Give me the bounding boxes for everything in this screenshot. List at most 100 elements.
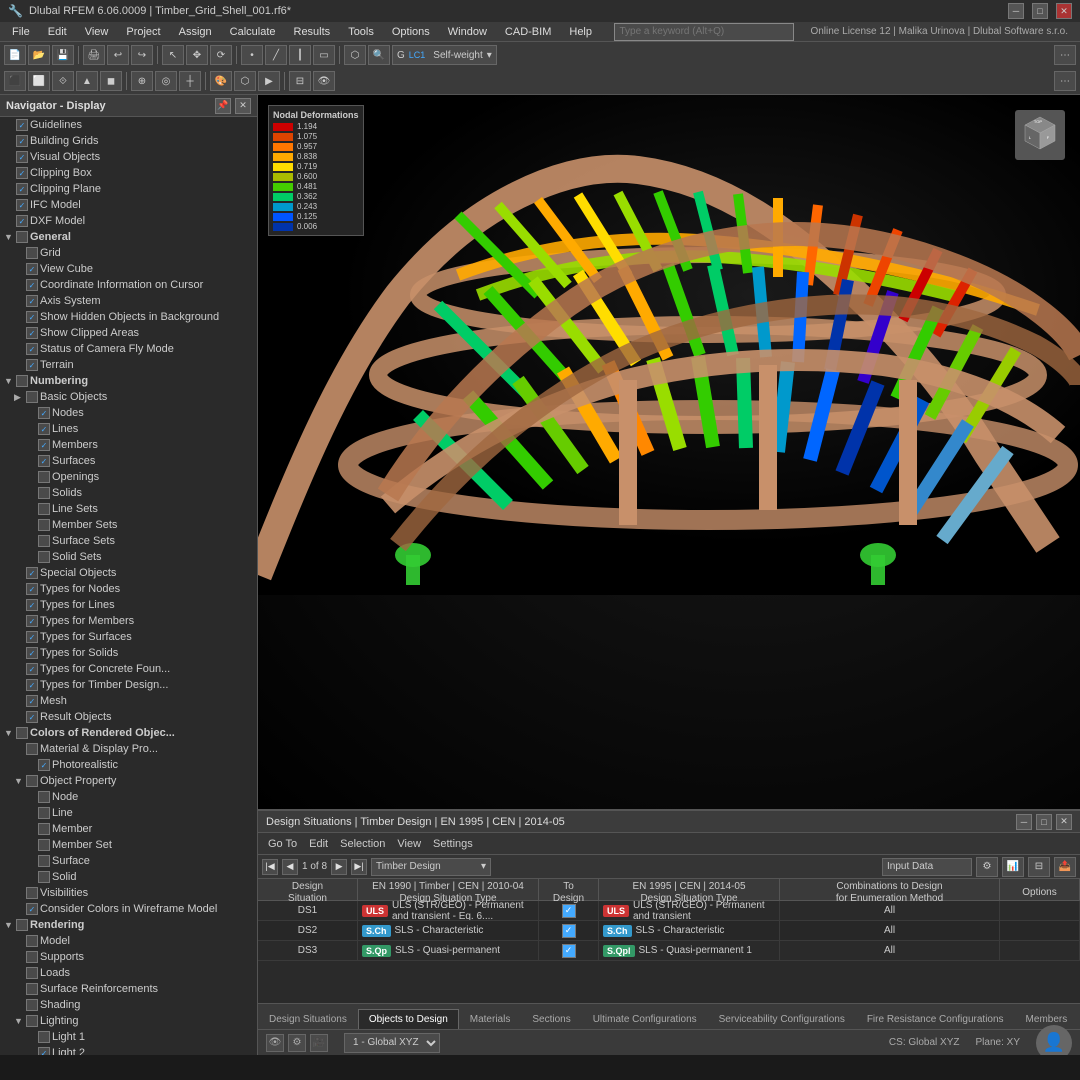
td-ds1-check[interactable]: ✓ (539, 901, 599, 920)
tree-item[interactable]: Light 1 (0, 1029, 257, 1045)
minimize-button[interactable]: ─ (1008, 3, 1024, 19)
status-icon-2[interactable]: ⚙ (288, 1034, 306, 1052)
tree-item[interactable]: Types for Concrete Foun... (0, 661, 257, 677)
tree-item[interactable]: Visual Objects (0, 149, 257, 165)
tab-objects-to-design[interactable]: Objects to Design (358, 1009, 459, 1029)
tree-item[interactable]: Status of Camera Fly Mode (0, 341, 257, 357)
render-btn[interactable]: 🎨 (210, 71, 232, 91)
tree-item[interactable]: Photorealistic (0, 757, 257, 773)
tree-item[interactable]: Show Clipped Areas (0, 325, 257, 341)
guide-btn[interactable]: ┼ (179, 71, 201, 91)
tree-item[interactable]: Result Objects (0, 709, 257, 725)
search-input[interactable] (614, 23, 794, 41)
snap-btn[interactable]: ⊕ (131, 71, 153, 91)
bottom-maximize-btn[interactable]: □ (1036, 814, 1052, 830)
tool-btn-2[interactable]: ⬜ (28, 71, 50, 91)
redo-btn[interactable]: ↪ (131, 45, 153, 65)
page-last-btn[interactable]: ▶| (351, 859, 367, 875)
tree-item[interactable]: Loads (0, 965, 257, 981)
tree-item[interactable]: Terrain (0, 357, 257, 373)
tree-item[interactable]: Member Sets (0, 517, 257, 533)
tree-item[interactable]: Line (0, 805, 257, 821)
menu-project[interactable]: Project (118, 24, 168, 40)
undo-btn[interactable]: ↩ (107, 45, 129, 65)
menu-calculate[interactable]: Calculate (222, 24, 284, 40)
tree-item[interactable]: Surfaces (0, 453, 257, 469)
user-avatar[interactable]: 👤 (1036, 1025, 1072, 1056)
tree-item[interactable]: Types for Timber Design... (0, 677, 257, 693)
tree-item[interactable]: ▼Numbering (0, 373, 257, 389)
tree-item[interactable]: Surface (0, 853, 257, 869)
tree-item[interactable]: Types for Members (0, 613, 257, 629)
menu-options[interactable]: Options (384, 24, 438, 40)
surface-btn[interactable]: ▭ (313, 45, 335, 65)
tree-item[interactable]: Show Hidden Objects in Background (0, 309, 257, 325)
page-first-btn[interactable]: |◀ (262, 859, 278, 875)
tree-item[interactable]: ▼Object Property (0, 773, 257, 789)
tab-ultimate-configs[interactable]: Ultimate Configurations (582, 1009, 708, 1029)
tab-sections[interactable]: Sections (521, 1009, 581, 1029)
td-ds2-check[interactable]: ✓ (539, 921, 599, 940)
tree-item[interactable]: Solid Sets (0, 549, 257, 565)
filter-btn[interactable]: ⊟ (289, 71, 311, 91)
menu-help[interactable]: Help (561, 24, 600, 40)
view-nav[interactable]: View (393, 838, 425, 850)
tree-item[interactable]: Member Set (0, 837, 257, 853)
tree-item[interactable]: Building Grids (0, 133, 257, 149)
settings-nav[interactable]: Settings (429, 838, 477, 850)
vis-btn[interactable]: 👁 (313, 71, 335, 91)
status-icon-1[interactable]: 👁 (266, 1034, 284, 1052)
goto-nav[interactable]: Go To (264, 838, 301, 850)
anim-btn[interactable]: ▶ (258, 71, 280, 91)
tree-item[interactable]: Node (0, 789, 257, 805)
tree-item[interactable]: Model (0, 933, 257, 949)
tree-item[interactable]: Line Sets (0, 501, 257, 517)
tree-item[interactable]: Guidelines (0, 117, 257, 133)
tree-item[interactable]: Clipping Plane (0, 181, 257, 197)
tree-item[interactable]: Solids (0, 485, 257, 501)
lc-dropdown[interactable]: GLC1 Self-weight ▾ (392, 45, 497, 65)
save-btn[interactable]: 💾 (52, 45, 74, 65)
bottom-minimize-btn[interactable]: ─ (1016, 814, 1032, 830)
ds1-checkbox[interactable]: ✓ (562, 904, 576, 918)
filter-table-btn[interactable]: ⊟ (1028, 857, 1050, 877)
node-btn[interactable]: • (241, 45, 263, 65)
design-type-dropdown[interactable]: Timber Design ▾ (371, 858, 491, 876)
viewport[interactable]: Nodal Deformations 1.194 1.075 0.957 0.8… (258, 95, 1080, 809)
snap2-btn[interactable]: ◎ (155, 71, 177, 91)
tree-item[interactable]: Shading (0, 997, 257, 1013)
tool-btn-4[interactable]: ▲ (76, 71, 98, 91)
tree-item[interactable]: Grid (0, 245, 257, 261)
tab-serviceability-configs[interactable]: Serviceability Configurations (708, 1009, 856, 1029)
tool-btn-3[interactable]: ⟐ (52, 71, 74, 91)
nav-pin-btn[interactable]: 📌 (215, 98, 231, 114)
tree-item[interactable]: Types for Lines (0, 597, 257, 613)
calc-btn[interactable]: ⚙ (976, 857, 998, 877)
new-btn[interactable]: 📄 (4, 45, 26, 65)
open-btn[interactable]: 📂 (28, 45, 50, 65)
table-row[interactable]: DS3 S.Qp SLS - Quasi-permanent ✓ S.Qpl S… (258, 941, 1080, 961)
more-btn2[interactable]: ⋯ (1054, 71, 1076, 91)
ds3-checkbox[interactable]: ✓ (562, 944, 576, 958)
tree-item[interactable]: Axis System (0, 293, 257, 309)
tree-item[interactable]: Members (0, 437, 257, 453)
tree-item[interactable]: Member (0, 821, 257, 837)
results-btn[interactable]: 📊 (1002, 857, 1024, 877)
edit-nav[interactable]: Edit (305, 838, 332, 850)
export-btn[interactable]: 📤 (1054, 857, 1076, 877)
line-btn[interactable]: ╱ (265, 45, 287, 65)
td-ds3-check[interactable]: ✓ (539, 941, 599, 960)
tool-btn-1[interactable]: ⬛ (4, 71, 26, 91)
tool-btn-5[interactable]: ◼ (100, 71, 122, 91)
select-btn[interactable]: ↖ (162, 45, 184, 65)
tree-item[interactable]: Mesh (0, 693, 257, 709)
tree-item[interactable]: Special Objects (0, 565, 257, 581)
tree-item[interactable]: View Cube (0, 261, 257, 277)
maximize-button[interactable]: □ (1032, 3, 1048, 19)
tree-item[interactable]: Supports (0, 949, 257, 965)
status-icon-3[interactable]: 🎥 (310, 1034, 328, 1052)
tree-item[interactable]: Visibilities (0, 885, 257, 901)
tree-item[interactable]: Solid (0, 869, 257, 885)
ds2-checkbox[interactable]: ✓ (562, 924, 576, 938)
menu-file[interactable]: File (4, 24, 38, 40)
